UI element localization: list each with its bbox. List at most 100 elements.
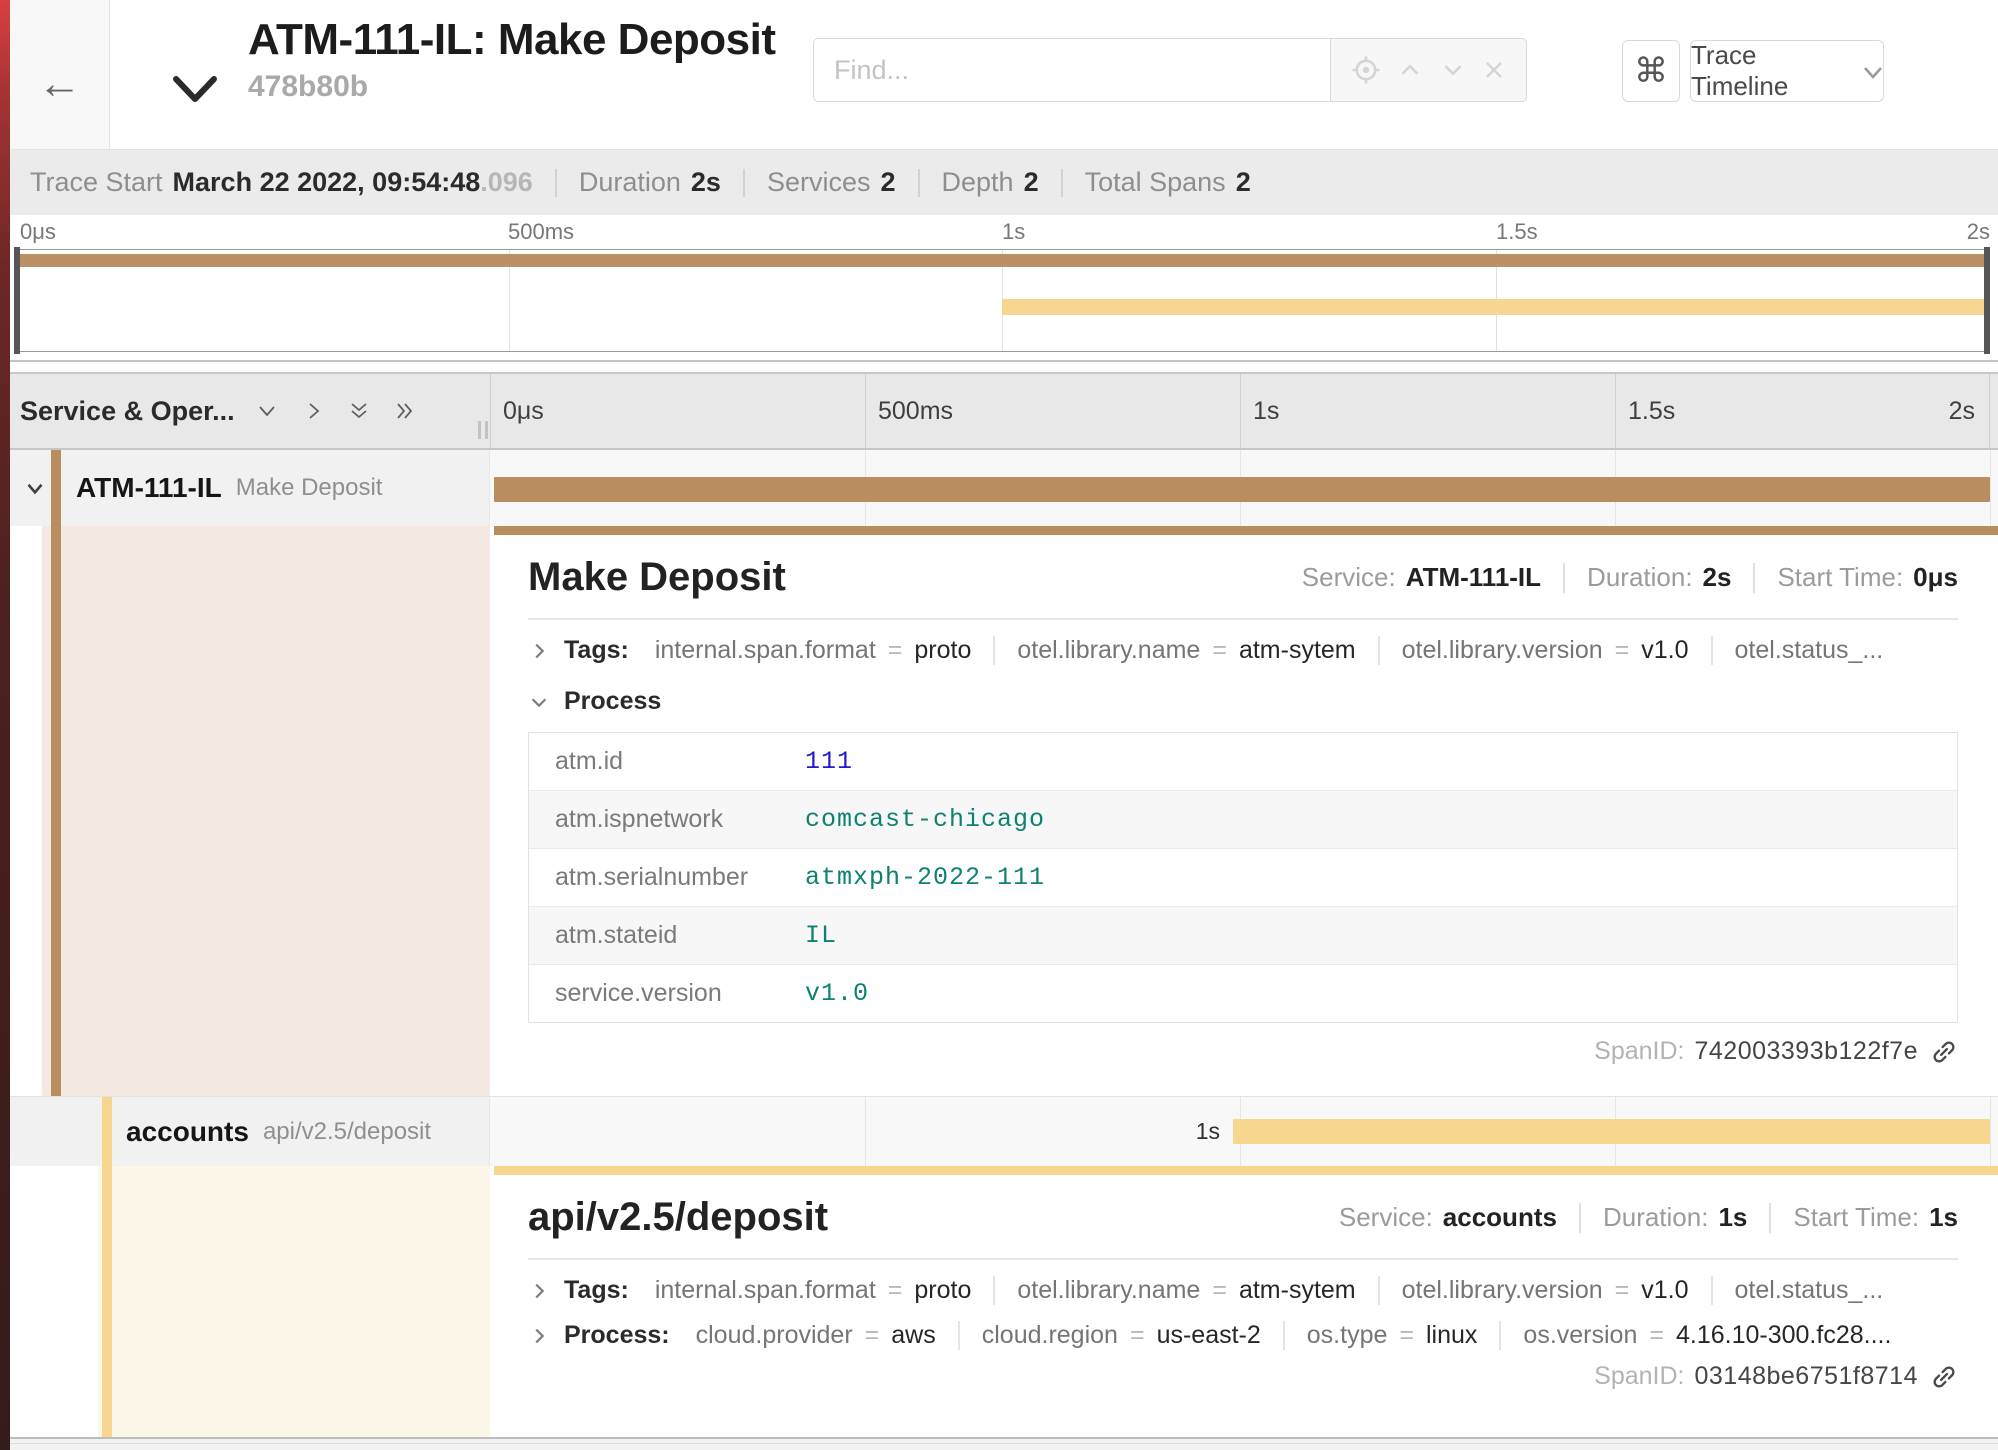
span-row-accounts[interactable]: accounts api/v2.5/deposit 1s <box>10 1096 1998 1166</box>
minimap-span-accounts <box>1002 299 1988 315</box>
divider <box>1061 169 1063 197</box>
span-detail-title: api/v2.5/deposit <box>528 1195 828 1240</box>
trace-start-value: March 22 2022, 09:54:48 <box>173 167 481 198</box>
chevron-down-icon <box>1863 66 1883 80</box>
collapse-span-icon[interactable] <box>22 475 48 501</box>
span-duration-label: 1s <box>1090 1118 1220 1145</box>
tag: otel.library.name=atm-sytem <box>993 636 1355 665</box>
span-color-bar <box>102 1097 112 1166</box>
clear-search-icon[interactable] <box>1480 56 1508 84</box>
tag: otel.library.version=v1.0 <box>1378 636 1689 665</box>
tag: otel.status_... <box>1711 1276 1884 1305</box>
trace-view-label: Trace Timeline <box>1691 40 1849 102</box>
divider <box>918 169 920 197</box>
find-button-group <box>1331 38 1527 102</box>
time-column-header: 500ms <box>865 374 1240 448</box>
span-id-value: 742003393b122f7e <box>1694 1037 1918 1066</box>
stat-label: Services <box>767 167 871 198</box>
span-id-value: 03148be6751f8714 <box>1694 1362 1918 1391</box>
span-row-atm[interactable]: ATM-111-IL Make Deposit <box>10 450 1998 526</box>
minimap-right-handle[interactable] <box>1984 247 1990 354</box>
span-name-cell[interactable]: ATM-111-IL Make Deposit <box>10 450 490 526</box>
process-toggle[interactable]: Process: <box>564 1321 670 1350</box>
tags-row: Tags: internal.span.format=proto otel.li… <box>528 636 1958 665</box>
next-match-icon[interactable] <box>1438 55 1468 85</box>
divider <box>555 169 557 197</box>
span-name-cell[interactable]: accounts api/v2.5/deposit <box>10 1097 490 1166</box>
timeline-grid-header: Service & Oper... 0μs 500ms 1s 1.5s <box>10 372 1998 450</box>
trace-summary-bar: Trace Start March 22 2022, 09:54:48.096 … <box>10 150 1998 215</box>
expand-one-level-icon[interactable] <box>255 399 279 423</box>
span-color-bar <box>51 526 61 1096</box>
span-overview: Service:accounts Duration:1s Start Time:… <box>1339 1202 1958 1233</box>
tick-label: 2s <box>1967 219 1990 245</box>
copy-link-icon[interactable] <box>1930 1038 1958 1066</box>
stat-value: 2 <box>1024 167 1039 198</box>
tags-row: Tags: internal.span.format=proto otel.li… <box>528 1276 1958 1305</box>
process-field: os.type=linux <box>1283 1321 1478 1350</box>
minimap-ticks: 0μs 500ms 1s 1.5s 2s <box>14 219 1990 247</box>
back-button[interactable]: ← <box>10 0 110 149</box>
span-color-bar <box>102 1166 112 1437</box>
service-operation-label: Service & Oper... <box>20 396 235 427</box>
detail-name-backdrop <box>98 1166 490 1437</box>
span-service-name: ATM-111-IL <box>76 472 222 504</box>
minimap-canvas[interactable] <box>14 249 1990 352</box>
gridline <box>1990 450 1991 526</box>
detail-name-backdrop <box>42 526 490 1096</box>
process-toggle[interactable]: Process <box>564 687 661 716</box>
trace-timeline-page: ← ATM-111-IL: Make Deposit 478b80b <box>0 0 1998 1450</box>
chevron-right-icon[interactable] <box>528 1280 550 1302</box>
tag: otel.library.name=atm-sytem <box>993 1276 1355 1305</box>
find-group <box>813 38 1527 102</box>
table-row: atm.stateid IL <box>529 906 1957 964</box>
horizontal-scrollbar-track[interactable] <box>10 1437 1998 1450</box>
tick-label: 1.5s <box>1496 219 1538 245</box>
span-bar-accounts[interactable] <box>1233 1119 1990 1144</box>
collapse-all-icon[interactable] <box>393 399 417 423</box>
chevron-right-icon[interactable] <box>528 1325 550 1347</box>
prev-match-icon[interactable] <box>1395 55 1425 85</box>
collapse-one-level-icon[interactable] <box>301 399 325 423</box>
trace-start-fraction: .096 <box>480 167 533 198</box>
gridline <box>1990 1097 1991 1166</box>
command-icon: ⌘ <box>1634 51 1668 91</box>
expand-all-icon[interactable] <box>347 399 371 423</box>
span-bar-atm[interactable] <box>494 477 1990 502</box>
divider <box>1563 563 1565 593</box>
find-input[interactable] <box>813 38 1331 102</box>
stat-value: 2 <box>1236 167 1251 198</box>
process-field: os.version=4.16.10-300.fc28.... <box>1499 1321 1891 1350</box>
table-row: service.version v1.0 <box>529 964 1957 1022</box>
tag: otel.library.version=v1.0 <box>1378 1276 1689 1305</box>
span-color-bar <box>51 450 61 526</box>
divider <box>743 169 745 197</box>
divider <box>1579 1203 1581 1233</box>
focus-match-icon[interactable] <box>1349 53 1383 87</box>
tags-toggle[interactable]: Tags: <box>564 1276 629 1305</box>
process-row: Process <box>528 687 1958 716</box>
chevron-right-icon[interactable] <box>528 640 550 662</box>
trace-id-short: 478b80b <box>248 70 776 104</box>
span-operation-name: Make Deposit <box>236 474 383 502</box>
stat-value: 2s <box>691 167 721 198</box>
trace-header: ← ATM-111-IL: Make Deposit 478b80b <box>10 0 1998 150</box>
minimap-left-handle[interactable] <box>14 247 20 354</box>
stat-label: Duration <box>579 167 681 198</box>
page-title: ATM-111-IL: Make Deposit <box>248 16 776 64</box>
time-column-header: 1s <box>1240 374 1615 448</box>
span-detail-atm: Make Deposit Service:ATM-111-IL Duration… <box>10 526 1998 1096</box>
chevron-down-icon[interactable] <box>528 691 550 713</box>
divider <box>1769 1203 1771 1233</box>
tags-toggle[interactable]: Tags: <box>564 636 629 665</box>
stat-label: Total Spans <box>1085 167 1226 198</box>
time-column-header: 0μs <box>490 374 865 448</box>
span-detail-accounts: api/v2.5/deposit Service:accounts Durati… <box>10 1166 1998 1437</box>
trace-view-selector[interactable]: Trace Timeline <box>1690 40 1884 102</box>
service-operation-header: Service & Oper... <box>10 374 490 448</box>
tick-label: 1s <box>1002 219 1025 245</box>
collapse-trace-header-icon[interactable] <box>172 74 218 104</box>
keyboard-shortcuts-button[interactable]: ⌘ <box>1622 40 1680 102</box>
column-resize-grip[interactable] <box>478 421 488 439</box>
copy-link-icon[interactable] <box>1930 1363 1958 1391</box>
